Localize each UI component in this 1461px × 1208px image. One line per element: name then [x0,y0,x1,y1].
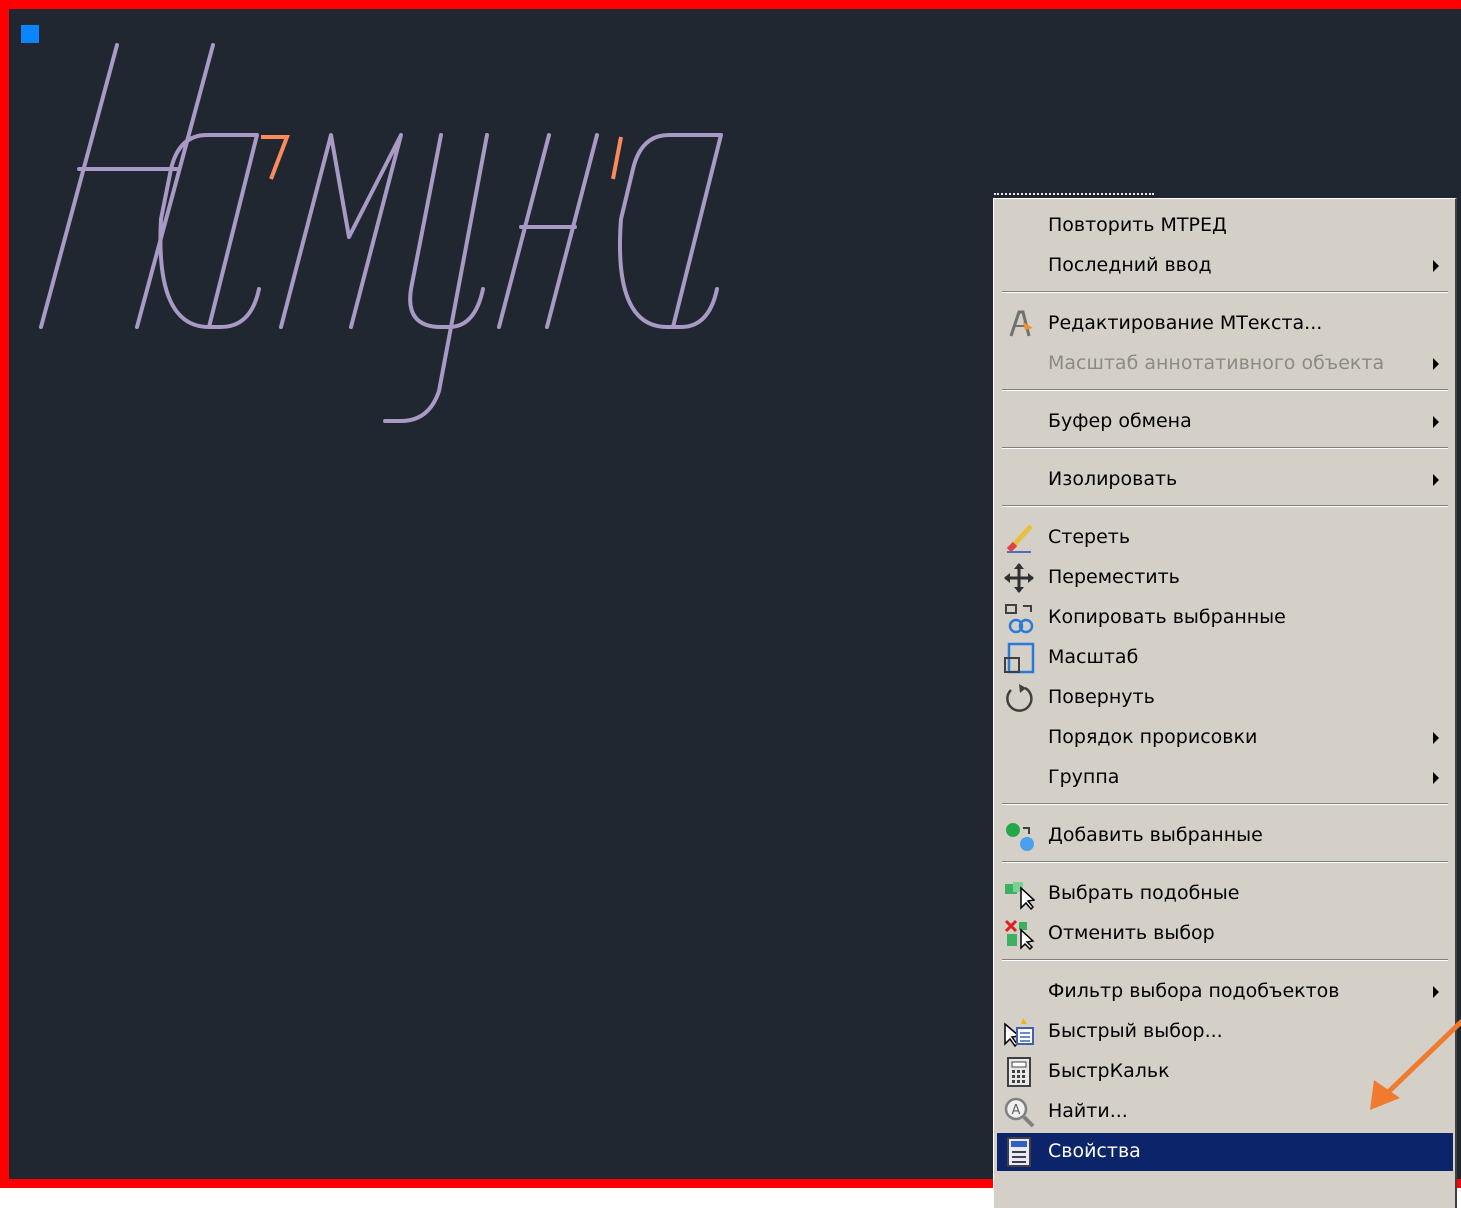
deselect-icon [1003,918,1035,951]
menu-item-label: БыстрКальк [1048,1060,1170,1082]
menu-item-label: Группа [1048,766,1120,788]
menu-item-find[interactable]: A Найти... [997,1093,1453,1131]
menu-item-quickcalc[interactable]: БыстрКальк [997,1053,1453,1091]
menu-item-label: Переместить [1048,566,1180,588]
menu-item-label: Масштаб аннотативного объекта [1048,352,1385,374]
menu-item-quick-select[interactable]: Быстрый выбор... [997,1013,1453,1051]
menu-item-last-input[interactable]: Последний ввод [997,247,1453,285]
erase-icon [1003,522,1035,554]
menu-item-add-selected[interactable]: Добавить выбранные [997,817,1453,855]
menu-item-label: Найти... [1048,1100,1128,1122]
move-icon [1003,562,1035,594]
menu-item-repeat-mtext[interactable]: Повторить МТРЕД [997,207,1453,245]
menu-separator [1002,291,1448,293]
submenu-arrow-icon [1433,474,1439,486]
context-menu: Повторить МТРЕД Последний ввод Редактирова… [993,198,1457,1208]
add-selected-icon [1003,820,1035,852]
menu-item-label: Копировать выбранные [1048,606,1286,628]
menu-item-label: Повернуть [1048,686,1155,708]
menu-item-scale[interactable]: Масштаб [997,639,1453,677]
menu-item-label: Последний ввод [1048,254,1212,276]
menu-item-subobject-filter[interactable]: Фильтр выбора подобъектов [997,973,1453,1011]
copy-icon [1003,602,1035,634]
menu-item-label: Буфер обмена [1048,410,1192,432]
menu-item-label: Изолировать [1048,468,1178,490]
rotate-icon [1003,682,1035,714]
submenu-arrow-icon [1433,986,1439,998]
menu-tear-line [994,193,1154,195]
submenu-arrow-icon [1433,260,1439,272]
svg-text:A: A [1012,1103,1021,1118]
menu-separator [1002,389,1448,391]
menu-item-clipboard[interactable]: Буфер обмена [997,403,1453,441]
menu-item-label: Добавить выбранные [1048,824,1263,846]
select-similar-icon [1003,878,1036,911]
highlight-stroke [611,136,623,180]
submenu-arrow-icon [1433,358,1439,370]
menu-item-label: Масштаб [1048,646,1139,668]
menu-item-label: Быстрый выбор... [1048,1020,1223,1042]
menu-item-label: Порядок прорисовки [1048,726,1258,748]
menu-item-annotative-scale: Масштаб аннотативного объекта [997,345,1453,383]
menu-item-edit-mtext[interactable]: Редактирование МТекста... [997,305,1453,343]
menu-item-isolate[interactable]: Изолировать [997,461,1453,499]
menu-item-label: Стереть [1048,526,1131,548]
menu-item-copy-selection[interactable]: Копировать выбранные [997,599,1453,637]
menu-separator [1002,803,1448,805]
submenu-arrow-icon [1433,416,1439,428]
submenu-arrow-icon [1433,732,1439,744]
menu-item-label: Редактирование МТекста... [1048,312,1323,334]
properties-icon [1003,1136,1035,1168]
menu-separator [1002,447,1448,449]
menu-separator [1002,505,1448,507]
menu-item-select-similar[interactable]: Выбрать подобные [997,875,1453,913]
menu-item-label: Выбрать подобные [1048,882,1240,904]
calculator-icon [1003,1056,1035,1088]
menu-item-move[interactable]: Переместить [997,559,1453,597]
find-icon: A [1003,1096,1035,1128]
menu-item-label: Отменить выбор [1048,922,1215,944]
quick-select-icon [1003,1016,1035,1048]
submenu-arrow-icon [1433,772,1439,784]
menu-item-deselect-all[interactable]: Отменить выбор [997,915,1453,953]
menu-item-rotate[interactable]: Повернуть [997,679,1453,717]
menu-item-draw-order[interactable]: Порядок прорисовки [997,719,1453,757]
menu-item-label: Фильтр выбора подобъектов [1048,980,1340,1002]
highlight-stroke [261,135,290,180]
menu-item-group[interactable]: Группа [997,759,1453,797]
menu-separator [1002,959,1448,961]
menu-separator [1002,861,1448,863]
menu-item-erase[interactable]: Стереть [997,519,1453,557]
menu-item-label: Свойства [1048,1140,1141,1162]
edit-mtext-icon [1003,308,1035,340]
menu-item-properties[interactable]: Свойства [997,1133,1453,1171]
scale-icon [1003,642,1035,674]
menu-item-label: Повторить МТРЕД [1048,214,1227,236]
